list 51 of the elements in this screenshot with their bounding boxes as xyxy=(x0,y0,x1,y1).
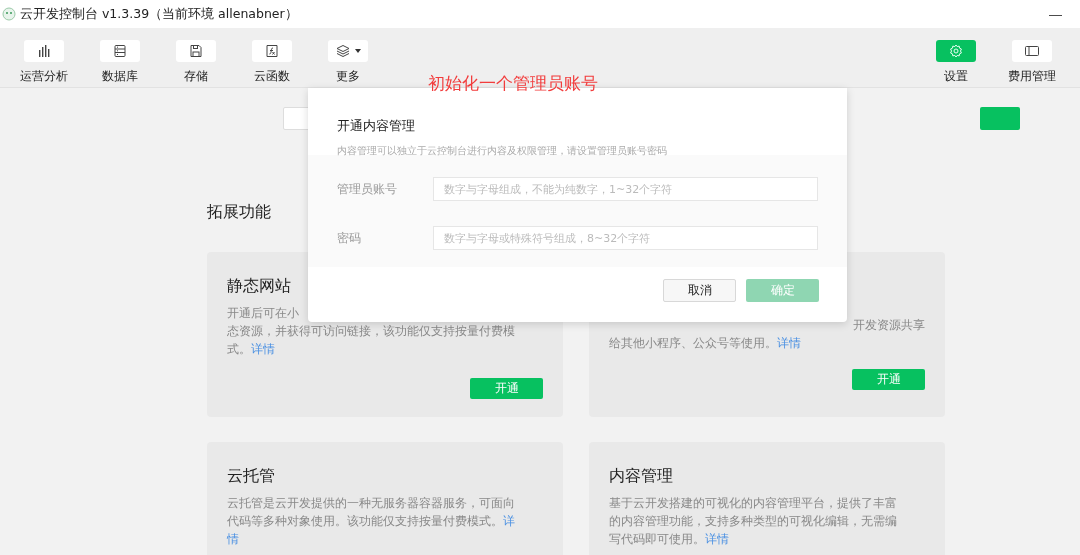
tool-button[interactable] xyxy=(176,40,216,62)
tool-button[interactable] xyxy=(1012,40,1052,62)
card-description: 式。 xyxy=(227,341,251,356)
tool-button[interactable] xyxy=(328,40,368,62)
details-link[interactable]: 详情 xyxy=(251,341,275,356)
tool-label: 云函数 xyxy=(254,68,290,85)
details-link[interactable]: 情 xyxy=(227,531,239,546)
caret-icon xyxy=(355,49,361,53)
details-link[interactable]: 详 xyxy=(503,513,515,528)
cancel-button[interactable]: 取消 xyxy=(663,279,736,302)
tool-button[interactable] xyxy=(252,40,292,62)
enable-button[interactable]: 开通 xyxy=(852,369,925,390)
field-label: 密码 xyxy=(337,229,362,247)
input-field[interactable]: 数字与字母组成，不能为纯数字，1~32个字符 xyxy=(433,177,818,201)
tool-label: 更多 xyxy=(336,68,360,85)
card-title: 云托管 xyxy=(227,466,276,487)
annotation-text: 初始化一个管理员账号 xyxy=(428,72,598,95)
details-link[interactable]: 详情 xyxy=(777,335,801,350)
tool-label: 设置 xyxy=(944,68,968,85)
tool-label: 数据库 xyxy=(102,68,138,85)
card-description: 态资源，并获得可访问链接，该功能仅支持按量付费模 xyxy=(227,323,515,338)
card-description: 给其他小程序、公众号等使用。 xyxy=(609,335,777,350)
ticket-icon xyxy=(1024,44,1040,58)
card-description: 的内容管理功能，支持多种类型的可视化编辑，无需编 xyxy=(609,513,897,528)
enable-button[interactable]: 开通 xyxy=(470,378,543,399)
field-label: 管理员账号 xyxy=(337,180,398,198)
card-title: 静态网站 xyxy=(227,276,292,297)
section-title: 拓展功能 xyxy=(207,202,271,222)
card-description: 基于云开发搭建的可视化的内容管理平台，提供了丰富 xyxy=(609,495,897,510)
card-description: 云托管是云开发提供的一种无服务器容器服务，可面向 xyxy=(227,495,515,510)
tool-label: 费用管理 xyxy=(1008,68,1056,85)
card-description: 开通后可在小 xyxy=(227,305,299,320)
function-icon xyxy=(265,44,279,58)
dialog-subtitle: 内容管理可以独立于云控制台进行内容及权限管理，请设置管理员账号密码 xyxy=(337,144,668,158)
dialog-title: 开通内容管理 xyxy=(337,118,416,135)
card-description: 代码等多种对象使用。该功能仅支持按量付费模式。 xyxy=(227,513,503,528)
card-title: 内容管理 xyxy=(609,466,674,487)
tool-label: 存储 xyxy=(184,68,208,85)
tool-label: 运营分析 xyxy=(20,68,68,85)
tool-button[interactable] xyxy=(100,40,140,62)
layers-icon xyxy=(335,44,351,58)
app-logo-icon xyxy=(2,7,16,21)
minimize-button[interactable]: — xyxy=(1037,6,1074,22)
card-description: 开发资源共享 xyxy=(853,317,925,332)
settings-icon xyxy=(949,44,963,58)
tool-button[interactable] xyxy=(24,40,64,62)
window-title: 云开发控制台 v1.3.39（当前环境 allenabner） xyxy=(20,5,298,23)
card-description: 写代码即可使用。 xyxy=(609,531,705,546)
bar-chart-icon xyxy=(37,44,51,58)
details-link[interactable]: 详情 xyxy=(705,531,729,546)
list-icon xyxy=(113,44,127,58)
